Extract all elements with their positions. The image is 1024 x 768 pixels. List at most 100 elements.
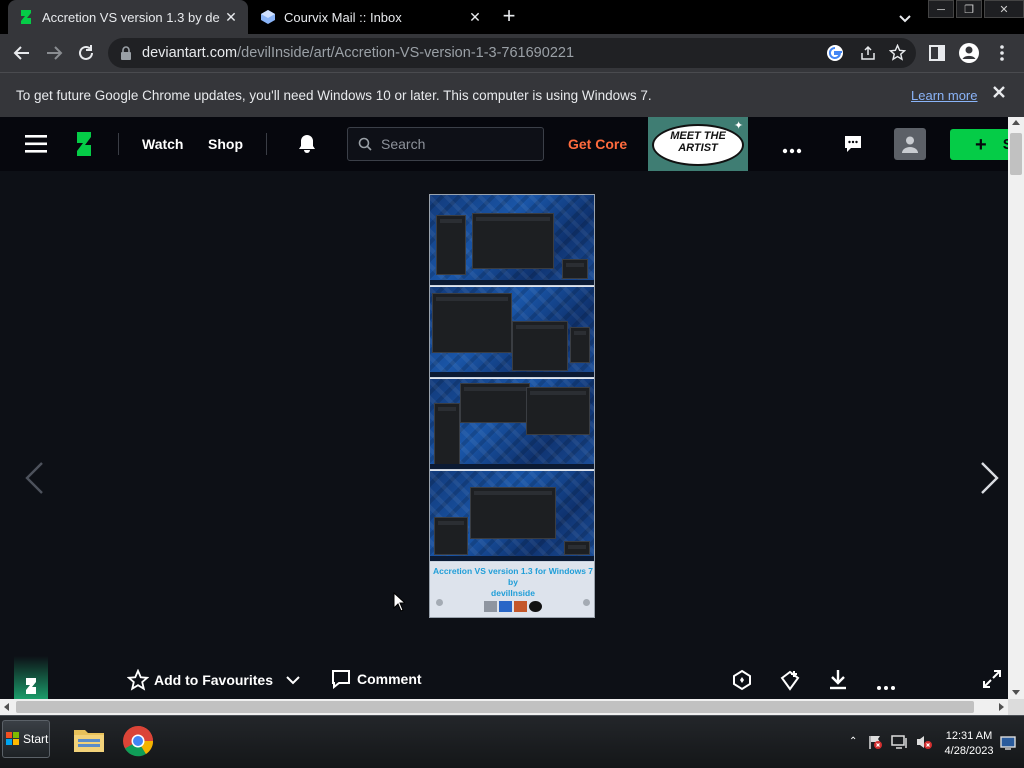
nav-shop[interactable]: Shop xyxy=(208,136,243,152)
meet-the-artist-promo[interactable]: MEET THE ARTIST ✦ xyxy=(648,117,748,171)
address-bar[interactable]: deviantart.com /devilInside/art/Accretio… xyxy=(108,38,916,68)
gift-badge-icon[interactable] xyxy=(731,669,753,696)
previous-arrow-icon[interactable] xyxy=(24,461,44,500)
submit-button[interactable]: + S xyxy=(950,129,1013,160)
start-label: Start xyxy=(23,732,49,746)
forward-button[interactable] xyxy=(39,34,69,72)
reload-button[interactable] xyxy=(71,34,101,72)
system-clock[interactable]: 12:31 AM 4/28/2023 xyxy=(940,729,998,759)
lock-icon[interactable] xyxy=(120,46,132,60)
hamburger-menu-icon[interactable] xyxy=(25,135,47,158)
clock-time: 12:31 AM xyxy=(945,730,993,742)
notifications-bell-icon[interactable] xyxy=(297,134,317,159)
deviantart-logo-icon xyxy=(26,678,36,694)
windows-logo-icon xyxy=(6,732,19,745)
action-center-flag-icon[interactable] xyxy=(867,734,883,755)
scroll-right-arrow-icon[interactable] xyxy=(999,703,1004,711)
scrollbar-corner xyxy=(1008,699,1024,715)
google-icon[interactable] xyxy=(826,44,844,66)
network-icon[interactable] xyxy=(891,734,909,755)
tab-title: Accretion VS version 1.3 by devil xyxy=(42,9,220,25)
tab-title: Courvix Mail :: Inbox xyxy=(284,9,402,25)
update-infobar: To get future Google Chrome updates, you… xyxy=(0,72,1024,117)
comment-label: Comment xyxy=(357,671,422,687)
infobar-message: To get future Google Chrome updates, you… xyxy=(16,87,652,103)
chrome-menu-button[interactable] xyxy=(987,34,1017,72)
artwork-icon-row xyxy=(430,601,594,612)
close-window-button[interactable]: ✕ xyxy=(984,0,1024,18)
infobar-close-icon[interactable] xyxy=(992,85,1006,102)
favourite-label: Add to Favourites xyxy=(154,672,274,688)
site-header: Watch Shop Search Get Core MEET THE ARTI… xyxy=(0,117,1013,171)
scroll-down-arrow-icon[interactable] xyxy=(1012,690,1020,695)
minimize-button[interactable]: ─ xyxy=(928,0,954,18)
download-icon[interactable] xyxy=(828,668,848,695)
mouse-cursor-icon xyxy=(393,591,407,617)
share-icon[interactable] xyxy=(860,45,876,65)
artwork-caption: Accretion VS version 1.3 for Windows 7 b… xyxy=(430,563,594,617)
site-search-input[interactable]: Search xyxy=(347,127,544,161)
messages-icon[interactable] xyxy=(844,135,862,158)
restore-button[interactable]: ❐ xyxy=(956,0,982,18)
get-core-link[interactable]: Get Core xyxy=(568,136,627,152)
new-tab-button[interactable]: + xyxy=(498,5,520,27)
clock-date: 4/28/2023 xyxy=(944,745,994,757)
tab-deviantart[interactable]: Accretion VS version 1.3 by devil ✕ xyxy=(8,0,248,34)
deviantart-logo-icon[interactable] xyxy=(74,131,94,162)
horizontal-scrollbar[interactable] xyxy=(0,699,1008,715)
mail-icon xyxy=(260,9,276,25)
chrome-taskbar-icon[interactable] xyxy=(122,725,156,759)
more-options-icon[interactable] xyxy=(782,141,802,159)
add-to-favourites-button[interactable]: Add to Favourites xyxy=(127,669,273,691)
header-divider xyxy=(118,133,119,155)
caption-author: devilInside xyxy=(491,588,535,598)
browser-tab-strip: Accretion VS version 1.3 by devil ✕ Cour… xyxy=(0,0,1024,34)
deviantart-icon xyxy=(18,9,34,25)
back-button[interactable] xyxy=(7,34,37,72)
vertical-scrollbar[interactable] xyxy=(1008,117,1024,699)
show-hidden-icons-icon[interactable]: ⌃ xyxy=(849,736,857,747)
scroll-left-arrow-icon[interactable] xyxy=(4,703,9,711)
vertical-scroll-thumb[interactable] xyxy=(1010,133,1022,175)
screenshot-thumbnail xyxy=(430,471,594,562)
favourite-dropdown-chevron-icon[interactable] xyxy=(285,673,301,692)
search-icon xyxy=(358,137,372,151)
orb-icon xyxy=(529,601,542,612)
screenshot-thumbnail xyxy=(430,195,594,286)
screenshot-thumbnail xyxy=(430,379,594,470)
profile-button[interactable] xyxy=(954,34,984,72)
add-to-collection-icon[interactable] xyxy=(779,669,801,696)
horizontal-scroll-thumb[interactable] xyxy=(16,701,974,713)
more-actions-icon[interactable] xyxy=(876,678,896,696)
volume-muted-icon[interactable] xyxy=(915,734,933,755)
fullscreen-expand-icon[interactable] xyxy=(982,669,1002,694)
profile-avatar-icon xyxy=(959,43,979,63)
start-button[interactable]: Start xyxy=(2,720,50,758)
forward-arrow-icon xyxy=(47,46,63,60)
show-desktop-icon[interactable] xyxy=(1000,736,1016,755)
side-panel-button[interactable] xyxy=(922,34,952,72)
next-arrow-icon[interactable] xyxy=(980,461,1000,500)
deviation-viewer: Accretion VS version 1.3 for Windows 7 b… xyxy=(0,171,1008,699)
tab-courvix-mail[interactable]: Courvix Mail :: Inbox ✕ xyxy=(250,0,492,34)
tab-search-chevron-icon[interactable] xyxy=(895,8,915,28)
windows-taskbar: Start ⌃ 12:31 AM 4/28/2023 xyxy=(0,715,1024,768)
scroll-up-arrow-icon[interactable] xyxy=(1012,120,1020,125)
reload-icon xyxy=(79,45,93,60)
folder-icon xyxy=(514,601,527,612)
comment-bubble-icon xyxy=(332,670,350,689)
tab-close-icon[interactable]: ✕ xyxy=(220,9,242,26)
corner-bolt-icon xyxy=(436,599,443,606)
bookmark-star-icon[interactable] xyxy=(888,43,907,65)
artwork-image[interactable]: Accretion VS version 1.3 for Windows 7 b… xyxy=(429,194,595,618)
deviantart-badge[interactable] xyxy=(14,656,48,699)
computer-icon xyxy=(499,601,512,612)
user-avatar[interactable] xyxy=(894,128,926,160)
nav-watch[interactable]: Watch xyxy=(142,136,183,152)
recycle-bin-icon xyxy=(484,601,497,612)
file-explorer-icon[interactable] xyxy=(72,724,108,756)
comment-button[interactable]: Comment xyxy=(331,669,422,689)
kebab-menu-icon xyxy=(1000,45,1004,61)
tab-close-icon[interactable]: ✕ xyxy=(464,9,486,26)
learn-more-link[interactable]: Learn more xyxy=(911,88,977,103)
